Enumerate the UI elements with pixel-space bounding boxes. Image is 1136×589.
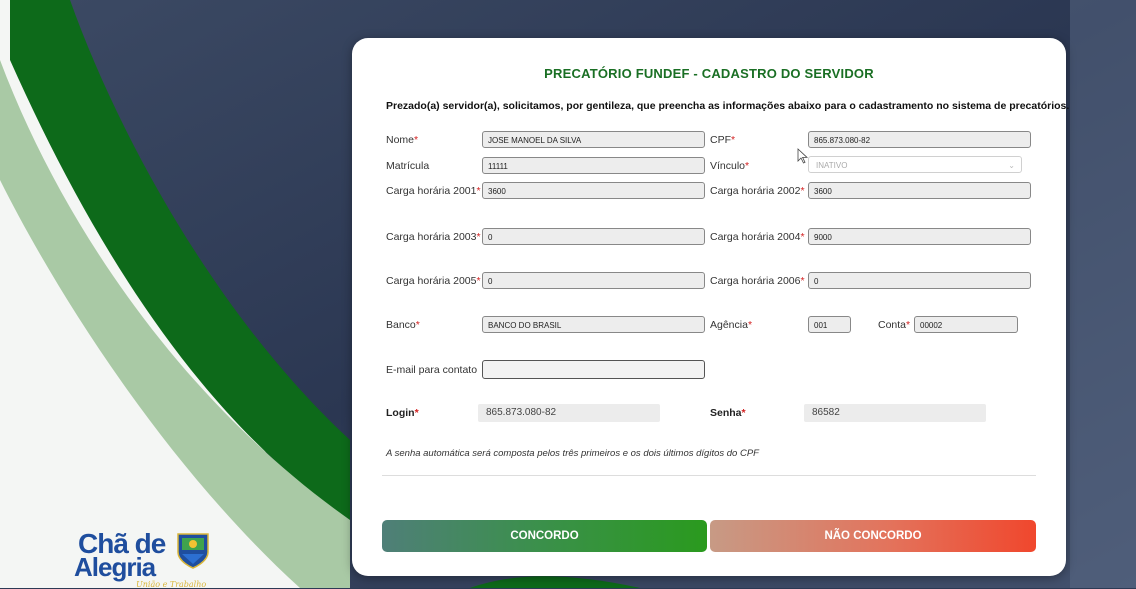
ch2001-label: Carga horária 2001* <box>386 185 481 197</box>
conta-label: Conta* <box>878 319 911 331</box>
agencia-input[interactable]: 001 <box>808 316 851 333</box>
banco-input[interactable]: BANCO DO BRASIL <box>482 316 705 333</box>
password-note: A senha automática será composta pelos t… <box>386 448 759 459</box>
ch2004-label: Carga horária 2004* <box>710 231 805 243</box>
form-intro: Prezado(a) servidor(a), solicitamos, por… <box>386 100 1070 112</box>
crest-icon <box>177 533 209 569</box>
agree-button[interactable]: CONCORDO <box>382 520 707 552</box>
ch2001-input[interactable]: 3600 <box>482 182 705 199</box>
ch2006-input[interactable]: 0 <box>808 272 1031 289</box>
vinculo-label: Vínculo* <box>710 160 750 172</box>
agencia-label: Agência* <box>710 319 753 331</box>
nome-label: Nome* <box>386 134 419 146</box>
matricula-label: Matrícula <box>386 160 430 172</box>
registration-form-card: PRECATÓRIO FUNDEF - CADASTRO DO SERVIDOR… <box>352 38 1070 576</box>
login-label: Login* <box>386 407 419 419</box>
form-title: PRECATÓRIO FUNDEF - CADASTRO DO SERVIDOR <box>544 66 874 81</box>
chevron-down-icon: ⌄ <box>1008 161 1015 170</box>
senha-field: 86582 <box>804 404 986 422</box>
ch2004-input[interactable]: 9000 <box>808 228 1031 245</box>
ch2006-label: Carga horária 2006* <box>710 275 805 287</box>
cpf-input[interactable]: 865.873.080-82 <box>808 131 1031 148</box>
banco-label: Banco* <box>386 319 420 331</box>
vinculo-select[interactable]: INATIVO ⌄ <box>808 156 1022 173</box>
ch2005-input[interactable]: 0 <box>482 272 705 289</box>
disagree-button[interactable]: NÃO CONCORDO <box>710 520 1036 552</box>
email-input[interactable] <box>482 360 705 379</box>
matricula-input[interactable]: 11111 <box>482 157 705 174</box>
vinculo-value: INATIVO <box>816 161 848 170</box>
divider <box>382 475 1036 476</box>
senha-label: Senha* <box>710 407 746 419</box>
logo-line2: Alegria <box>74 552 156 582</box>
mouse-cursor-icon <box>797 148 809 164</box>
nome-input[interactable]: JOSE MANOEL DA SILVA <box>482 131 705 148</box>
ch2003-label: Carga horária 2003* <box>386 231 481 243</box>
ch2005-label: Carga horária 2005* <box>386 275 481 287</box>
ch2002-label: Carga horária 2002* <box>710 185 805 197</box>
login-field: 865.873.080-82 <box>478 404 660 422</box>
prefeitura-logo: Chã de Alegria União e Trabalho <box>72 524 212 589</box>
conta-input[interactable]: 00002 <box>914 316 1018 333</box>
ch2003-input[interactable]: 0 <box>482 228 705 245</box>
ch2002-input[interactable]: 3600 <box>808 182 1031 199</box>
email-label: E-mail para contato <box>386 364 478 376</box>
cpf-label: CPF* <box>710 134 736 146</box>
